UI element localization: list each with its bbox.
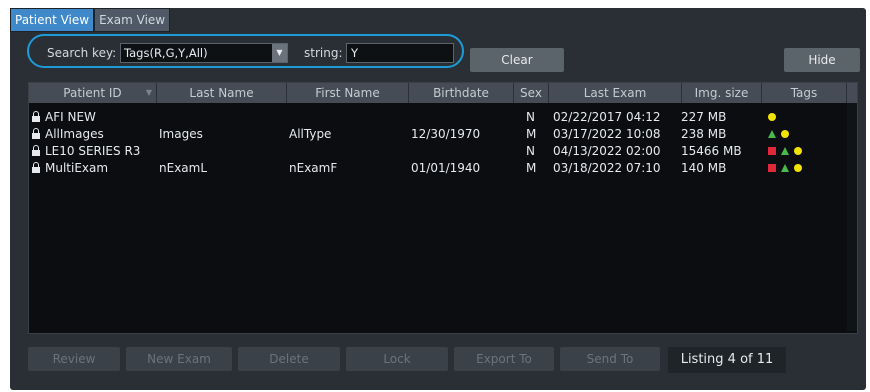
sex-cell: N xyxy=(526,144,535,158)
yellow-circle-icon xyxy=(768,113,776,121)
column-header-first-name[interactable]: First Name xyxy=(287,83,409,103)
new-exam-button[interactable]: New Exam xyxy=(126,347,232,371)
first-name-cell: nExamF xyxy=(289,161,338,175)
sex-cell: N xyxy=(526,110,535,124)
patient-table: Patient ID ▼ Last Name First Name Birthda… xyxy=(28,82,858,334)
last-name-cell: Images xyxy=(159,127,203,141)
column-header-sex[interactable]: Sex xyxy=(514,83,549,103)
green-triangle-icon xyxy=(781,164,789,172)
chevron-down-icon[interactable]: ▼ xyxy=(272,44,287,62)
tab-patient-view[interactable]: Patient View xyxy=(10,8,95,32)
birthdate-cell: 12/30/1970 xyxy=(411,127,481,141)
patient-id-cell: AFI NEW xyxy=(45,110,96,124)
lock-icon xyxy=(32,162,40,174)
tab-exam-view[interactable]: Exam View xyxy=(94,8,171,32)
table-row[interactable]: AllImages Images AllType 12/30/1970 M 03… xyxy=(29,126,857,142)
lock-button[interactable]: Lock xyxy=(346,347,448,371)
last-name-cell xyxy=(159,143,285,159)
red-square-icon xyxy=(768,164,776,172)
listing-count: Listing 4 of 11 xyxy=(668,347,786,373)
sex-cell: M xyxy=(526,161,537,175)
birthdate-cell xyxy=(411,109,511,125)
table-row[interactable]: MultiExam nExamL nExamF 01/01/1940 M 03/… xyxy=(29,160,857,176)
lock-icon xyxy=(32,145,40,157)
sex-cell: M xyxy=(526,127,537,141)
search-key-label: Search key: xyxy=(47,46,117,60)
last-name-cell: nExamL xyxy=(159,161,208,175)
vertical-scrollbar[interactable] xyxy=(847,103,857,331)
green-triangle-icon xyxy=(768,130,776,138)
lock-icon xyxy=(32,111,40,123)
clear-button[interactable]: Clear xyxy=(470,48,564,72)
img-size-cell: 140 MB xyxy=(681,161,727,175)
birthdate-cell xyxy=(411,143,511,159)
export-to-button[interactable]: Export To xyxy=(454,347,554,371)
delete-button[interactable]: Delete xyxy=(238,347,340,371)
first-name-cell: AllType xyxy=(289,127,332,141)
last-exam-cell: 02/22/2017 04:12 xyxy=(553,110,661,124)
lock-icon xyxy=(32,128,40,140)
img-size-cell: 227 MB xyxy=(681,110,727,124)
string-input[interactable]: Y xyxy=(346,43,454,63)
column-header-last-exam[interactable]: Last Exam xyxy=(549,83,682,103)
search-key-value: Tags(R,G,Y,All) xyxy=(124,46,208,60)
patient-id-cell: MultiExam xyxy=(45,161,109,175)
last-name-cell xyxy=(159,109,285,125)
first-name-cell xyxy=(289,143,407,159)
yellow-circle-icon xyxy=(781,130,789,138)
string-label: string: xyxy=(304,46,343,60)
review-button[interactable]: Review xyxy=(28,347,120,371)
last-exam-cell: 03/17/2022 10:08 xyxy=(553,127,661,141)
table-row[interactable]: LE10 SERIES R3 N 04/13/2022 02:00 15466 … xyxy=(29,143,857,159)
last-exam-cell: 04/13/2022 02:00 xyxy=(553,144,661,158)
red-square-icon xyxy=(768,147,776,155)
column-header-last-name[interactable]: Last Name xyxy=(157,83,287,103)
table-header: Patient ID ▼ Last Name First Name Birthda… xyxy=(29,83,857,103)
patient-id-cell: LE10 SERIES R3 xyxy=(45,144,141,158)
sort-icon[interactable]: ▼ xyxy=(146,83,152,103)
table-row[interactable]: AFI NEW N 02/22/2017 04:12 227 MB xyxy=(29,109,857,125)
yellow-circle-icon xyxy=(794,164,802,172)
send-to-button[interactable]: Send To xyxy=(560,347,660,371)
patient-id-cell: AllImages xyxy=(45,127,104,141)
column-header-tags[interactable]: Tags xyxy=(762,83,847,103)
search-key-select[interactable]: Tags(R,G,Y,All) ▼ xyxy=(120,43,288,63)
green-triangle-icon xyxy=(781,147,789,155)
column-header-patient-id[interactable]: Patient ID ▼ xyxy=(29,83,157,103)
column-header-img-size[interactable]: Img. size xyxy=(682,83,762,103)
img-size-cell: 15466 MB xyxy=(681,144,742,158)
column-header-birthdate[interactable]: Birthdate xyxy=(409,83,514,103)
yellow-circle-icon xyxy=(794,147,802,155)
img-size-cell: 238 MB xyxy=(681,127,727,141)
last-exam-cell: 03/18/2022 07:10 xyxy=(553,161,661,175)
hide-button[interactable]: Hide xyxy=(784,48,860,72)
birthdate-cell: 01/01/1940 xyxy=(411,161,481,175)
view-tabs: Patient View Exam View xyxy=(10,8,171,32)
first-name-cell xyxy=(289,109,407,125)
